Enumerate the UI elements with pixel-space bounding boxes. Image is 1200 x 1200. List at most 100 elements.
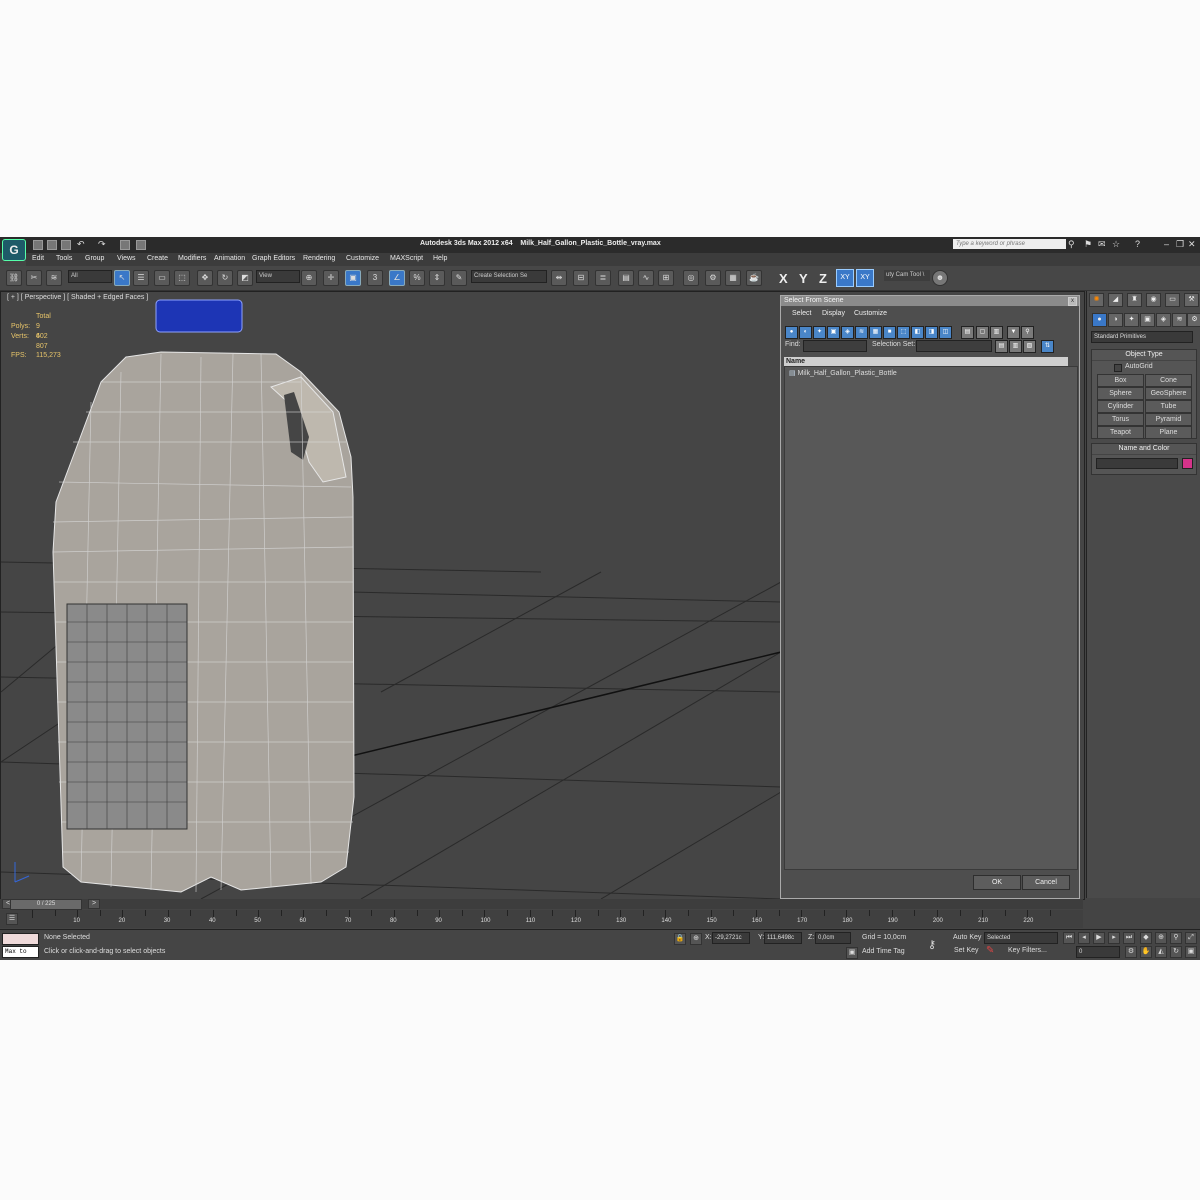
dialog-menu-customize[interactable]: Customize xyxy=(854,310,887,317)
selection-set-remove-icon[interactable]: ▥ xyxy=(1009,340,1022,353)
lock-selection-icon[interactable]: 🔒 xyxy=(674,933,686,945)
tube-button[interactable]: Tube xyxy=(1145,400,1192,413)
teapot-button[interactable]: Teapot xyxy=(1097,426,1144,439)
zoom-icon[interactable]: ⚲ xyxy=(1170,932,1182,944)
redo-icon[interactable]: ↷ xyxy=(98,240,106,249)
object-color-swatch[interactable] xyxy=(1182,458,1193,469)
next-frame-icon[interactable]: ▸ xyxy=(1108,932,1120,944)
name-and-color-header[interactable]: Name and Color xyxy=(1092,444,1196,455)
axis-xy-button[interactable]: XY xyxy=(836,269,854,287)
scale-icon[interactable]: ◩ xyxy=(237,270,253,286)
menu-views[interactable]: Views xyxy=(117,255,136,262)
z-coord-field[interactable]: 0,0cm xyxy=(815,932,851,944)
display-bones-icon[interactable]: ⬚ xyxy=(897,326,910,339)
y-coord-field[interactable]: 111,6498c xyxy=(764,932,802,944)
schematic-view-icon[interactable]: ⊞ xyxy=(658,270,674,286)
axis-z-button[interactable]: Z xyxy=(819,271,827,286)
undo-icon[interactable]: ↶ xyxy=(77,240,85,249)
pivot-center-icon[interactable]: ⊕ xyxy=(301,270,317,286)
binoculars-icon[interactable]: ⚲ xyxy=(1068,240,1075,249)
maximize-viewport-icon[interactable]: ⤢ xyxy=(1185,932,1197,944)
curve-editor-icon[interactable]: ∿ xyxy=(638,270,654,286)
time-config-icon[interactable]: ⚙ xyxy=(1125,946,1137,958)
absolute-mode-icon[interactable]: ⊕ xyxy=(690,933,702,945)
display-lights-icon[interactable]: ✦ xyxy=(813,326,826,339)
rotate-icon[interactable]: ↻ xyxy=(217,270,233,286)
create-tab-icon[interactable]: ✺ xyxy=(1089,293,1104,307)
menu-tools[interactable]: Tools xyxy=(56,255,72,262)
viewport-label[interactable]: [ + ] [ Perspective ] [ Shaded + Edged F… xyxy=(7,294,148,301)
graphite-ribbon-icon[interactable]: ▤ xyxy=(618,270,634,286)
sync-selection-icon[interactable]: ⚲ xyxy=(1021,326,1034,339)
box-button[interactable]: Box xyxy=(1097,374,1144,387)
snaps-toggle-icon[interactable]: 3 xyxy=(367,270,383,286)
geosphere-button[interactable]: GeoSphere xyxy=(1145,387,1192,400)
track-bar[interactable]: ☰ 10 20 30 40 50 60 70 80 90 100 110 120 130 140 150 16… xyxy=(0,910,1083,928)
display-shapes-icon[interactable]: ◐ xyxy=(799,326,812,339)
current-frame-field[interactable]: 0 xyxy=(1076,946,1120,958)
render-production-icon[interactable]: ☕ xyxy=(746,270,762,286)
geometry-icon[interactable]: ● xyxy=(1092,313,1107,327)
unlink-icon[interactable]: ✂ xyxy=(26,270,42,286)
hierarchy-tab-icon[interactable]: ♜ xyxy=(1127,293,1142,307)
shapes-icon[interactable]: ◑ xyxy=(1108,313,1123,327)
list-item[interactable]: ▤ Milk_Half_Gallon_Plastic_Bottle xyxy=(789,369,897,377)
maxscript-mini-input[interactable]: Max to xyxy=(2,946,39,958)
menu-graph-editors[interactable]: Graph Editors xyxy=(252,255,295,262)
key-filters-button[interactable]: Key Filters... xyxy=(1008,947,1047,954)
fov-icon[interactable]: ◭ xyxy=(1155,946,1167,958)
sphere-button[interactable]: Sphere xyxy=(1097,387,1144,400)
set-key-icon[interactable]: ✎ xyxy=(986,945,994,956)
auto-key-selection-dropdown[interactable]: Selected xyxy=(984,932,1058,944)
cone-button[interactable]: Cone xyxy=(1145,374,1192,387)
selection-set-dropdown[interactable] xyxy=(916,340,992,352)
systems-icon[interactable]: ⚙ xyxy=(1187,313,1200,327)
lights-icon[interactable]: ✦ xyxy=(1124,313,1139,327)
selection-filter-dropdown[interactable]: All xyxy=(68,270,112,283)
communication-icon[interactable]: ✉ xyxy=(1098,240,1106,249)
add-time-tag[interactable]: Add Time Tag xyxy=(862,948,905,955)
auto-key-button[interactable]: Auto Key xyxy=(953,934,981,941)
x-coord-field[interactable]: -29,2721c xyxy=(712,932,750,944)
search-input[interactable]: Type a keyword or phrase xyxy=(953,239,1066,249)
select-invert-icon[interactable]: ▥ xyxy=(990,326,1003,339)
dialog-menu-display[interactable]: Display xyxy=(822,310,845,317)
edit-named-selection-icon[interactable]: ✎ xyxy=(451,270,467,286)
time-slider[interactable]: < 0 / 225 > xyxy=(0,899,1083,910)
menu-customize[interactable]: Customize xyxy=(346,255,379,262)
menu-maxscript[interactable]: MAXScript xyxy=(390,255,423,262)
go-to-end-icon[interactable]: ⏭ xyxy=(1123,932,1135,944)
app-logo-icon[interactable]: G xyxy=(2,239,26,261)
autogrid-checkbox[interactable] xyxy=(1114,364,1122,372)
new-file-icon[interactable] xyxy=(33,240,43,250)
zoom-extents-icon[interactable]: ⊕ xyxy=(1155,932,1167,944)
reference-coordinate-dropdown[interactable]: View xyxy=(256,270,300,283)
modify-tab-icon[interactable]: ◢ xyxy=(1108,293,1123,307)
mini-curve-editor-icon[interactable]: ☰ xyxy=(6,913,18,925)
select-by-name-icon[interactable]: ☰ xyxy=(133,270,149,286)
layer-manager-icon[interactable]: ≣ xyxy=(595,270,611,286)
go-to-start-icon[interactable]: ⏮ xyxy=(1063,932,1075,944)
display-hidden-icon[interactable]: ◫ xyxy=(939,326,952,339)
key-icon[interactable]: ⚷ xyxy=(928,938,936,951)
selection-set-edit-icon[interactable]: ▧ xyxy=(1023,340,1036,353)
display-cameras-icon[interactable]: ▣ xyxy=(827,326,840,339)
play-icon[interactable]: ▶ xyxy=(1093,932,1105,944)
select-none-icon[interactable]: ▢ xyxy=(976,326,989,339)
menu-create[interactable]: Create xyxy=(147,255,168,262)
object-type-header[interactable]: Object Type xyxy=(1092,350,1196,361)
spinner-snap-icon[interactable]: ⇕ xyxy=(429,270,445,286)
display-frozen-icon[interactable]: ◨ xyxy=(925,326,938,339)
display-xrefs-icon[interactable]: ■ xyxy=(883,326,896,339)
menu-modifiers[interactable]: Modifiers xyxy=(178,255,206,262)
open-file-icon[interactable] xyxy=(47,240,57,250)
help-icon[interactable]: ? xyxy=(1135,240,1140,249)
torus-button[interactable]: Torus xyxy=(1097,413,1144,426)
named-selection-dropdown[interactable]: Create Selection Se xyxy=(471,270,547,283)
name-column-header[interactable]: Name xyxy=(784,357,1068,366)
utilities-tab-icon[interactable]: ⚒ xyxy=(1184,293,1199,307)
workspace-icon[interactable] xyxy=(136,240,146,250)
set-key-button[interactable]: Set Key xyxy=(954,947,979,954)
keyboard-shortcut-icon[interactable]: ▣ xyxy=(345,270,361,286)
dialog-close-icon[interactable]: x xyxy=(1068,297,1077,306)
